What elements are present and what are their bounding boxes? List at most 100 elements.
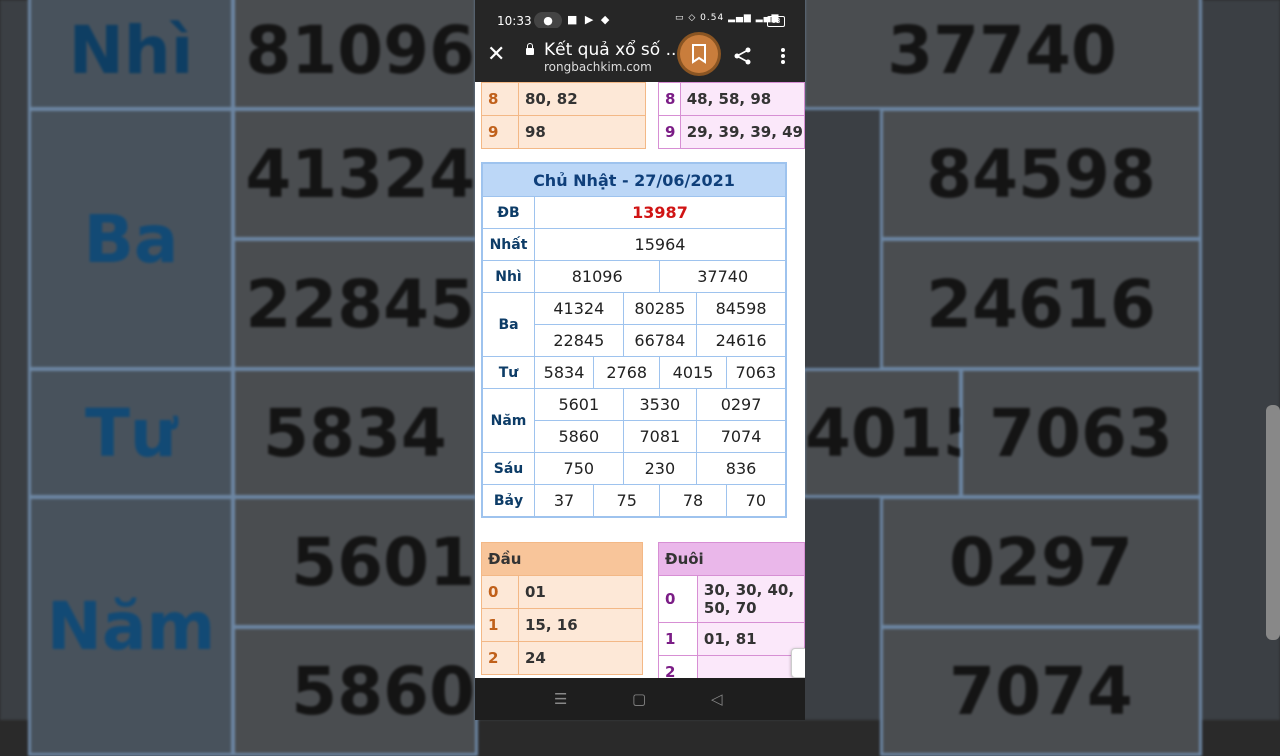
bg-value: 7074 [880, 626, 1202, 756]
table-row: 2 [658, 655, 805, 678]
prize-ba-value: 66784 [622, 324, 698, 357]
prize-label-tu: Tư [481, 356, 535, 389]
dau-header: Đầu [481, 542, 643, 576]
page-title[interactable]: Kết quả xổ số ... [544, 40, 682, 60]
results-date-header: Chủ Nhật - 27/06/2021 [481, 162, 787, 197]
prize-ba-value: 24616 [696, 324, 787, 357]
home-icon[interactable]: ▢ [632, 690, 646, 708]
prize-nhi-value: 37740 [659, 260, 787, 293]
bg-label-tu: Tư [28, 368, 234, 498]
bg-value: 7063 [960, 368, 1202, 498]
prize-sau-value: 230 [622, 452, 698, 485]
prize-nam-value: 5601 [534, 388, 624, 421]
duoi-value: 30, 30, 40, 50, 70 [696, 575, 805, 623]
duoi-key: 1 [658, 622, 698, 656]
dau-value: 01 [518, 575, 643, 609]
prize-nhi-value: 81096 [533, 260, 661, 293]
prize-nam-value: 7081 [622, 420, 698, 453]
prize-ba-value: 84598 [696, 292, 787, 325]
close-icon[interactable]: ✕ [487, 44, 505, 66]
mic-icon: ● [534, 12, 562, 29]
prize-sau-value: 750 [534, 452, 624, 485]
lock-icon [526, 43, 534, 55]
net-speed: 0.54 [700, 13, 725, 23]
scroll-handle[interactable] [791, 648, 805, 678]
prize-bay-value: 78 [659, 484, 727, 518]
system-nav-bar: ☰ ▢ ◁ [475, 678, 805, 720]
lottery-results-table: Chủ Nhật - 27/06/2021 ĐB 13987 Nhất 1596… [481, 162, 787, 518]
prize-label-nhat: Nhất [481, 228, 535, 261]
duoi-value [696, 655, 805, 678]
duoi-value: 01, 81 [696, 622, 805, 656]
dau-table-previous: 8 80, 82 9 98 [481, 82, 646, 149]
bg-label-nhi: Nhì [28, 0, 234, 110]
dau-key: 9 [481, 115, 519, 149]
duoi-value: 29, 39, 39, 49 [679, 115, 805, 149]
table-row: 9 98 [481, 115, 646, 149]
status-time: 10:33 [497, 14, 532, 28]
prize-bay-value: 37 [533, 484, 595, 518]
bg-value: 4015 [802, 368, 989, 498]
table-row: 8 80, 82 [481, 82, 646, 116]
bg-value: 41324 [232, 108, 478, 240]
share-icon[interactable] [733, 46, 753, 70]
notification-icons: ■ ▶ ◆ [567, 13, 612, 26]
bg-value: 81096 [232, 0, 478, 110]
duoi-table: Đuôi 0 30, 30, 40, 50, 70 1 01, 81 2 [658, 542, 805, 678]
more-options-icon[interactable] [780, 47, 786, 69]
dau-value: 24 [518, 641, 643, 675]
duoi-value: 48, 58, 98 [679, 82, 805, 116]
signal-icons: ▭ ◇ 0.54 ▂▄▆ ▂▄▆ [675, 13, 780, 23]
dau-value: 98 [518, 115, 646, 149]
prize-nam-value: 0297 [696, 388, 787, 421]
duoi-table-previous: 8 48, 58, 98 9 29, 39, 39, 49 [658, 82, 805, 149]
prize-ba-value: 80285 [622, 292, 698, 325]
bg-label-ba: Ba [28, 108, 234, 370]
bg-value: 5834 [232, 368, 478, 498]
table-row: 9 29, 39, 39, 49 [658, 115, 805, 149]
dau-value: 80, 82 [518, 82, 646, 116]
page-content: 8 80, 82 9 98 8 48, 58, 98 9 29, 39, 39, 49 … [475, 82, 805, 678]
bg-value: 0297 [880, 496, 1202, 628]
back-icon[interactable]: ◁ [711, 690, 723, 708]
prize-nhat-value: 15964 [534, 228, 787, 261]
duoi-key: 9 [658, 115, 681, 149]
bg-value: 5601 [232, 496, 478, 628]
menu-icon[interactable]: ☰ [554, 690, 567, 708]
prize-label-ba: Ba [481, 292, 535, 357]
page-url[interactable]: rongbachkim.com [544, 60, 652, 74]
prize-tu-value: 5834 [533, 356, 595, 389]
dau-key: 0 [481, 575, 519, 609]
prize-ba-value: 22845 [534, 324, 624, 357]
prize-tu-value: 2768 [593, 356, 661, 389]
duoi-key: 2 [658, 655, 698, 678]
bookmark-button[interactable] [680, 35, 718, 73]
table-row: 0 30, 30, 40, 50, 70 [658, 575, 805, 623]
background-scrollbar [1266, 405, 1280, 640]
table-row: 2 24 [481, 641, 643, 675]
dau-value: 15, 16 [518, 608, 643, 642]
prize-label-nam: Năm [481, 388, 535, 453]
prize-bay-value: 70 [725, 484, 787, 518]
prize-nam-value: 7074 [696, 420, 787, 453]
phone-screen: 10:33 ● ■ ▶ ◆ ▭ ◇ 0.54 ▂▄▆ ▂▄▆ 63 ✕ Kết … [475, 0, 805, 720]
dau-key: 1 [481, 608, 519, 642]
table-row: 1 01, 81 [658, 622, 805, 656]
prize-label-nhi: Nhì [481, 260, 535, 293]
bg-value: 22845 [232, 238, 478, 370]
battery-icon: 63 [767, 16, 785, 27]
prize-label-bay: Bảy [481, 484, 535, 518]
table-row: 0 01 [481, 575, 643, 609]
prize-bay-value: 75 [593, 484, 661, 518]
browser-toolbar: ✕ Kết quả xổ số ... rongbachkim.com [475, 28, 805, 82]
prize-sau-value: 836 [696, 452, 787, 485]
prize-label-db: ĐB [481, 196, 535, 229]
duoi-key: 0 [658, 575, 698, 623]
dau-table: Đầu 0 01 1 15, 16 2 24 [481, 542, 643, 675]
dau-key: 8 [481, 82, 519, 116]
prize-ba-value: 41324 [534, 292, 624, 325]
prize-label-sau: Sáu [481, 452, 535, 485]
bg-value: 84598 [880, 108, 1202, 240]
prize-tu-value: 7063 [725, 356, 787, 389]
bookmark-icon [692, 44, 706, 64]
